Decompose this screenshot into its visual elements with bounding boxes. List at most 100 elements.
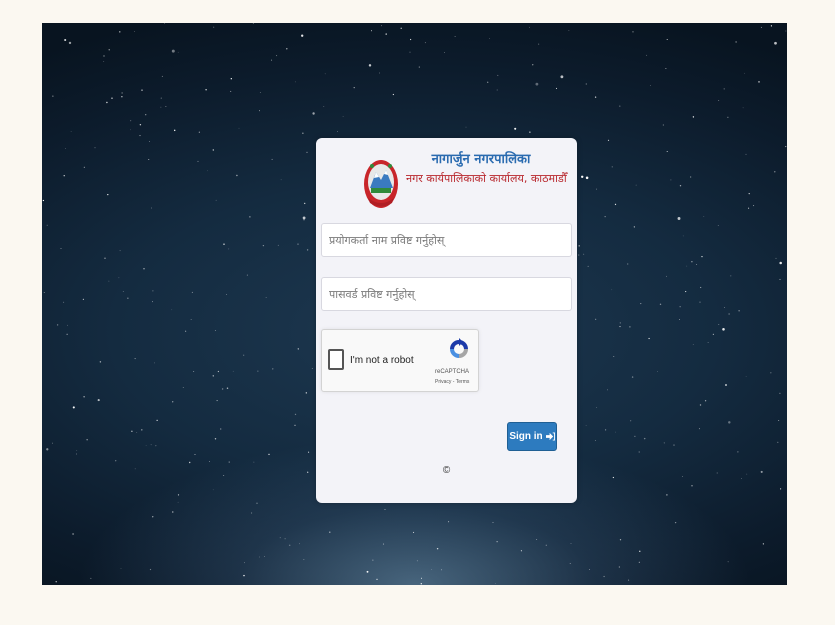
star [177, 51, 179, 53]
star [630, 420, 632, 422]
star [578, 254, 580, 256]
sign-in-button[interactable]: Sign in [507, 422, 557, 451]
star [215, 199, 217, 201]
star [666, 275, 668, 277]
star [619, 322, 621, 324]
star [520, 550, 522, 552]
star [160, 97, 162, 99]
recaptcha-brand: reCAPTCHA [435, 369, 470, 375]
star [679, 306, 681, 308]
star [753, 205, 755, 207]
star [578, 245, 580, 247]
star [748, 193, 750, 195]
star [666, 494, 668, 496]
star [280, 179, 282, 181]
star [670, 179, 672, 181]
star [604, 216, 606, 218]
star [595, 188, 598, 190]
star [581, 175, 584, 178]
star [712, 333, 715, 336]
star [194, 453, 196, 456]
star [595, 318, 597, 320]
star [76, 449, 78, 451]
star [385, 33, 387, 35]
star [724, 307, 725, 308]
star [353, 87, 355, 89]
star [119, 250, 121, 252]
star [560, 75, 564, 79]
star [376, 578, 378, 581]
star [677, 217, 681, 220]
password-input[interactable] [321, 277, 572, 311]
star [205, 88, 207, 91]
star [741, 477, 743, 479]
star [253, 461, 255, 463]
star [638, 561, 640, 563]
star [639, 550, 641, 552]
star [413, 531, 415, 533]
star [90, 577, 92, 579]
star [717, 224, 719, 226]
star [762, 543, 765, 545]
star [46, 448, 49, 451]
star [420, 577, 423, 579]
recaptcha-privacy-terms[interactable]: Privacy - Terms [435, 379, 469, 385]
star [220, 428, 222, 430]
star [94, 147, 96, 149]
star [83, 166, 85, 168]
star [305, 392, 307, 394]
star [758, 81, 760, 83]
star [674, 521, 677, 524]
star [303, 202, 306, 205]
star [400, 27, 402, 29]
star [259, 556, 260, 558]
star [723, 88, 725, 90]
login-card: नागार्जुन नगरपालिका नगर कार्यपालिकाको का… [316, 138, 577, 503]
star [223, 243, 225, 245]
star [701, 255, 703, 258]
star [494, 583, 496, 584]
star [223, 475, 225, 477]
star [585, 425, 587, 426]
star [716, 472, 718, 474]
star [302, 216, 306, 220]
star [243, 574, 245, 577]
star [301, 34, 304, 37]
star [737, 451, 739, 453]
star [703, 216, 705, 218]
star [191, 291, 193, 293]
star [108, 49, 110, 51]
star [141, 429, 143, 431]
star [104, 257, 106, 259]
star [154, 362, 156, 364]
office-subtitle: नगर कार्यपालिकाको कार्यालय, काठमाडौँ [406, 172, 567, 185]
login-background: नागार्जुन नगरपालिका नगर कार्यपालिकाको का… [42, 23, 787, 585]
star [286, 48, 288, 50]
emblem-icon [364, 160, 398, 208]
star [682, 235, 684, 237]
star [682, 476, 683, 477]
recaptcha-checkbox[interactable] [328, 349, 344, 370]
star [324, 73, 326, 75]
star [288, 544, 291, 547]
star [228, 461, 230, 463]
username-input[interactable] [321, 223, 572, 257]
star [589, 569, 590, 570]
star [311, 368, 313, 369]
star [155, 445, 157, 447]
star [371, 30, 372, 32]
star [42, 199, 45, 202]
star [277, 244, 279, 246]
star [76, 453, 78, 455]
star [704, 400, 707, 402]
copyright-text: © [442, 465, 451, 476]
star [115, 460, 117, 462]
star [392, 93, 395, 96]
star [294, 424, 296, 426]
star [141, 89, 143, 91]
star [119, 31, 121, 33]
star [444, 52, 445, 53]
star [735, 41, 737, 43]
star [230, 90, 232, 92]
star [149, 141, 150, 142]
